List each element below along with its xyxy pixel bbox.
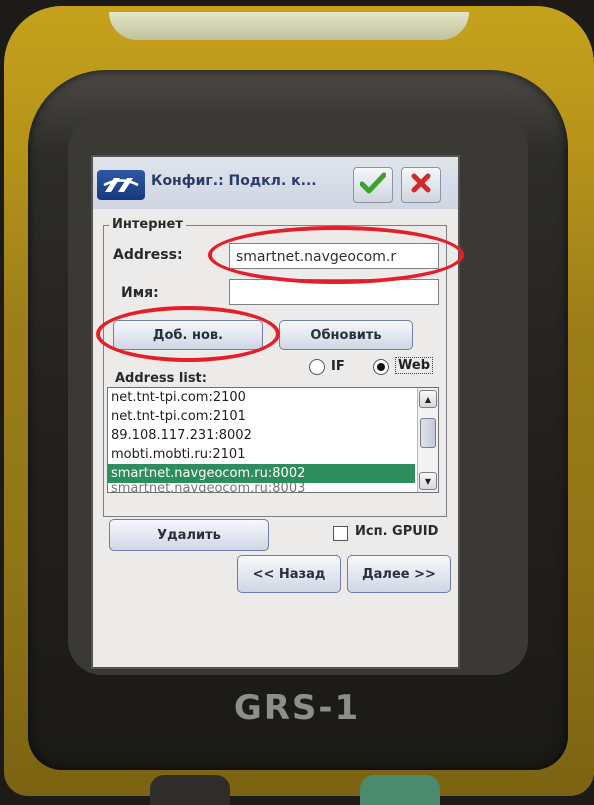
device-screen: Конфиг.: Подкл. к... Интернет Address: s… — [93, 157, 458, 667]
delete-button[interactable]: Удалить — [109, 519, 269, 551]
list-item-selected[interactable]: smartnet.navgeocom.ru:8002 — [108, 464, 415, 483]
list-item[interactable]: smartnet.navgeocom.ru:8003 — [108, 483, 415, 492]
gpuid-checkbox[interactable] — [333, 526, 348, 541]
scroll-up-icon[interactable]: ▲ — [419, 390, 437, 408]
title-bar: Конфиг.: Подкл. к... — [93, 157, 458, 209]
cancel-button[interactable] — [401, 167, 441, 203]
ip-radio[interactable] — [309, 359, 325, 375]
refresh-button[interactable]: Обновить — [279, 320, 413, 350]
list-item[interactable]: net.tnt-tpi.com:2101 — [108, 407, 415, 426]
next-button[interactable]: Далее >> — [347, 555, 451, 593]
web-radio-label: Web — [395, 357, 433, 374]
list-item[interactable]: mobti.mobti.ru:2101 — [108, 445, 415, 464]
ip-radio-label: IF — [331, 359, 345, 374]
scroll-thumb[interactable] — [420, 418, 436, 448]
address-listbox[interactable]: net.tnt-tpi.com:2100 net.tnt-tpi.com:210… — [107, 387, 439, 493]
app-logo-icon — [97, 170, 145, 200]
checkmark-icon — [359, 172, 387, 198]
add-new-button[interactable]: Доб. нов. — [113, 320, 263, 350]
hardware-key-green[interactable] — [360, 775, 440, 805]
close-icon — [410, 172, 432, 198]
web-radio[interactable] — [373, 359, 389, 375]
name-label: Имя: — [121, 285, 159, 301]
back-button[interactable]: << Назад — [237, 555, 341, 593]
address-list-label: Address list: — [115, 371, 207, 386]
hardware-key-left[interactable] — [150, 775, 230, 805]
address-label: Address: — [113, 247, 183, 263]
scroll-down-icon[interactable]: ▼ — [419, 472, 437, 490]
address-list-items: net.tnt-tpi.com:2100 net.tnt-tpi.com:210… — [108, 388, 438, 492]
device-top-highlight — [109, 12, 469, 40]
list-scrollbar[interactable]: ▲ ▼ — [417, 388, 438, 492]
window-title: Конфиг.: Подкл. к... — [151, 173, 317, 189]
gpuid-label: Исп. GPUID — [355, 524, 439, 539]
ok-button[interactable] — [353, 167, 393, 203]
device-brand-label: GRS-1 — [233, 688, 361, 728]
name-input[interactable] — [229, 279, 439, 305]
list-item[interactable]: net.tnt-tpi.com:2100 — [108, 388, 415, 407]
list-item[interactable]: 89.108.117.231:8002 — [108, 426, 415, 445]
internet-group-legend: Интернет — [109, 217, 186, 232]
address-input[interactable]: smartnet.navgeocom.r — [229, 243, 439, 269]
